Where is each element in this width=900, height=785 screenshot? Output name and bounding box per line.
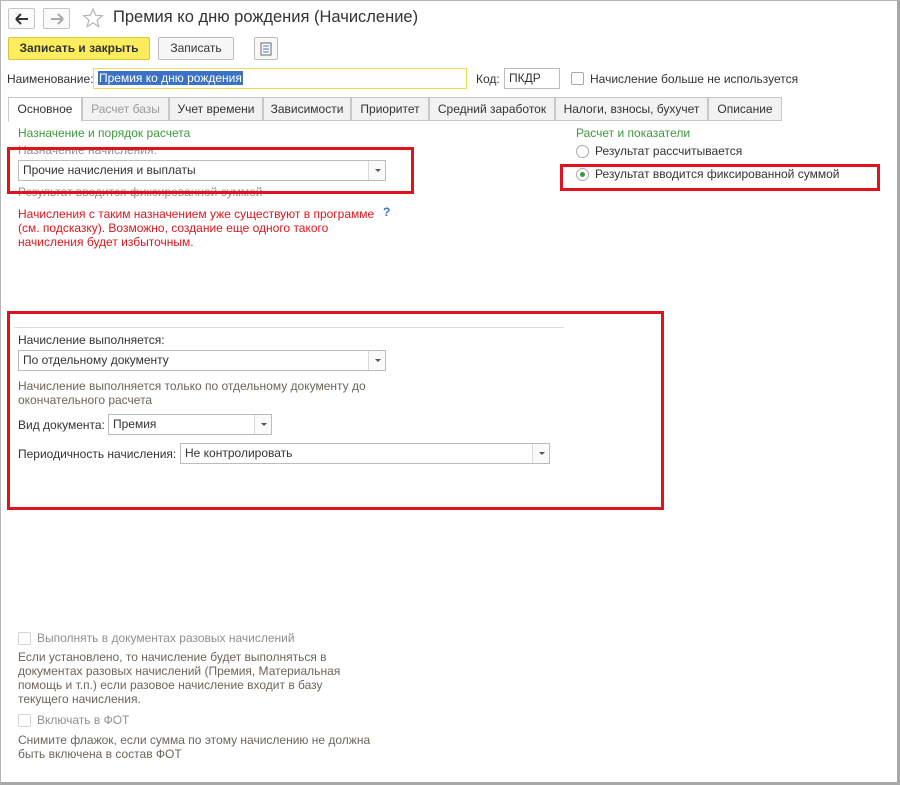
description-line: текущего начисления.	[18, 692, 141, 706]
warning-line: начисления будет избыточным.	[18, 235, 194, 249]
name-value: Премия ко дню рождения	[98, 71, 243, 85]
forward-button[interactable]	[43, 8, 70, 29]
star-favorite-icon[interactable]	[82, 7, 104, 29]
radio-calculated-label: Результат рассчитывается	[595, 144, 743, 158]
warning-line: Начисления с таким назначением уже сущес…	[18, 207, 375, 221]
save-button[interactable]: Записать	[158, 37, 234, 60]
report-button[interactable]	[254, 37, 278, 60]
arrow-right-icon	[51, 13, 64, 25]
tab-description[interactable]: Описание	[708, 97, 782, 121]
highlight-execution	[7, 311, 664, 510]
highlight-purpose	[7, 147, 414, 194]
warning-line: (см. подсказку). Возможно, создание еще …	[18, 221, 329, 235]
description-line: документах разовых начислений (Премия, М…	[18, 664, 341, 678]
save-and-close-button[interactable]: Записать и закрыть	[8, 37, 150, 60]
radio-calculated[interactable]	[576, 145, 589, 158]
tab-average-earnings[interactable]: Средний заработок	[429, 97, 555, 121]
description-line: помощь и т.п.) если разовое начисление в…	[18, 678, 323, 692]
tab-base-calc[interactable]: Расчет базы	[82, 97, 169, 121]
description-line: Снимите флажок, если сумма по этому начи…	[18, 733, 371, 747]
name-field[interactable]: Премия ко дню рождения	[93, 68, 467, 89]
back-button[interactable]	[8, 8, 35, 29]
fot-checkbox[interactable]	[18, 714, 31, 727]
tab-priority[interactable]: Приоритет	[351, 97, 429, 121]
description-line: быть включена в состав ФОТ	[18, 747, 182, 761]
one-time-checkbox[interactable]	[18, 632, 31, 645]
document-list-icon	[260, 42, 272, 56]
tab-time-accounting[interactable]: Учет времени	[169, 97, 263, 121]
purpose-section-title: Назначение и порядок расчета	[18, 126, 191, 140]
code-field[interactable]: ПКДР	[504, 68, 560, 89]
code-label: Код:	[476, 72, 500, 86]
arrow-left-icon	[15, 13, 28, 25]
purpose-warning: Начисления с таким назначением уже сущес…	[18, 207, 374, 249]
not-used-label: Начисление больше не используется	[590, 72, 799, 86]
not-used-checkbox[interactable]	[571, 72, 584, 85]
window-title: Премия ко дню рождения (Начисление)	[113, 8, 419, 26]
tab-dependencies[interactable]: Зависимости	[263, 97, 351, 121]
description-line: Если установлено, то начисление будет вы…	[18, 650, 327, 664]
fot-label: Включать в ФОТ	[37, 713, 130, 727]
tab-taxes-accounting[interactable]: Налоги, взносы, бухучет	[555, 97, 708, 121]
calc-section-title: Расчет и показатели	[576, 126, 691, 140]
highlight-fixed-sum	[560, 164, 880, 191]
fot-description: Снимите флажок, если сумма по этому начи…	[18, 733, 370, 761]
one-time-label: Выполнять в документах разовых начислени…	[37, 631, 295, 645]
tab-main[interactable]: Основное	[8, 97, 82, 122]
name-label: Наименование:	[7, 72, 94, 86]
help-icon[interactable]: ?	[383, 205, 390, 219]
one-time-description: Если установлено, то начисление будет вы…	[18, 650, 340, 706]
